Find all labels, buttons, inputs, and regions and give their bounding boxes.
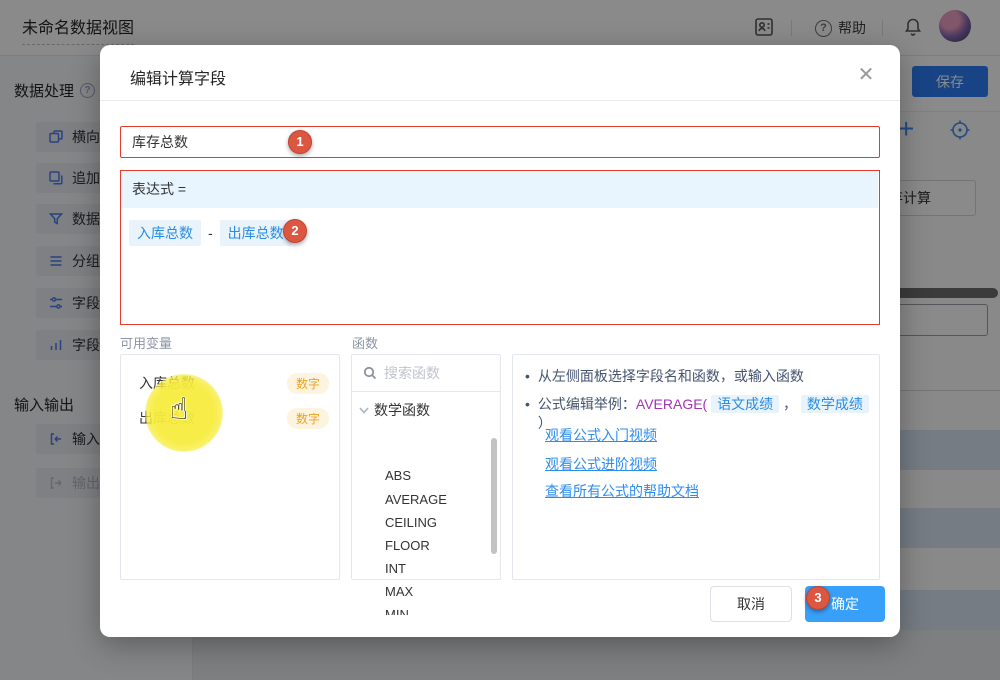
function-group-label: 数学函数 [374, 400, 430, 420]
function-item[interactable]: INT [385, 557, 485, 580]
hand-cursor-icon: ☝ [170, 392, 188, 427]
annotation-step-3: 3 [806, 586, 830, 610]
field-name-input[interactable] [120, 126, 880, 158]
function-item[interactable]: AVERAGE [385, 488, 485, 511]
bullet-icon: • [525, 395, 530, 433]
chevron-down-icon [358, 404, 370, 416]
cancel-button[interactable]: 取消 [710, 586, 792, 622]
function-item[interactable]: ABS [385, 464, 485, 487]
function-item[interactable]: MIN [385, 603, 485, 615]
example-comma: ， [783, 396, 797, 412]
dialog-header-divider [100, 100, 900, 101]
example-prefix: 公式编辑举例： [538, 396, 636, 412]
example-token: 语文成绩 [711, 395, 779, 413]
functions-label: 函数 [352, 333, 378, 352]
annotation-step-1: 1 [288, 130, 312, 154]
function-search-input[interactable] [384, 355, 496, 391]
expression-token-right[interactable]: 出库总数 [220, 220, 292, 246]
example-function: AVERAGE( [636, 396, 707, 412]
expression-operator: - [208, 225, 213, 241]
function-item[interactable]: CEILING [385, 511, 485, 534]
variables-label: 可用变量 [120, 333, 172, 352]
function-list-scrollbar[interactable] [491, 438, 497, 554]
variable-type-badge: 数字 [287, 408, 329, 429]
expression-body[interactable]: 入库总数 - 出库总数 [121, 208, 878, 323]
edit-calculated-field-dialog: 编辑计算字段 ✕ 表达式 = 入库总数 - 出库总数 可用变量 函数 入库总数 … [100, 45, 900, 637]
search-icon [362, 365, 378, 386]
function-search[interactable] [352, 355, 500, 392]
link-formula-intro-video[interactable]: 观看公式入门视频 [545, 425, 657, 445]
example-token: 数学成绩 [801, 395, 869, 413]
help-tip-text: 从左侧面板选择字段名和函数，或输入函数 [538, 367, 804, 386]
link-formula-advanced-video[interactable]: 观看公式进阶视频 [545, 454, 657, 474]
functions-panel: 数学函数 ABS AVERAGE CEILING FLOOR INT MAX M… [351, 354, 501, 580]
variable-type-badge: 数字 [287, 373, 329, 394]
help-panel: • 从左侧面板选择字段名和函数，或输入函数 • 公式编辑举例：AVERAGE( … [512, 354, 880, 580]
app-window: 未命名数据视图 ? 帮助 数据处理 ? [0, 0, 1000, 680]
close-icon[interactable]: ✕ [852, 61, 880, 89]
link-formula-docs[interactable]: 查看所有公式的帮助文档 [545, 481, 699, 501]
help-tip-1: • 从左侧面板选择字段名和函数，或输入函数 [525, 367, 804, 386]
dialog-title: 编辑计算字段 [130, 65, 226, 89]
annotation-step-2: 2 [283, 219, 307, 243]
function-item[interactable]: FLOOR [385, 534, 485, 557]
expression-editor[interactable]: 表达式 = 入库总数 - 出库总数 [120, 170, 880, 325]
expression-token-left[interactable]: 入库总数 [129, 220, 201, 246]
function-group[interactable]: 数学函数 [358, 400, 430, 420]
bullet-icon: • [525, 367, 530, 386]
expression-label: 表达式 = [121, 171, 878, 208]
function-item[interactable]: MAX [385, 580, 485, 603]
